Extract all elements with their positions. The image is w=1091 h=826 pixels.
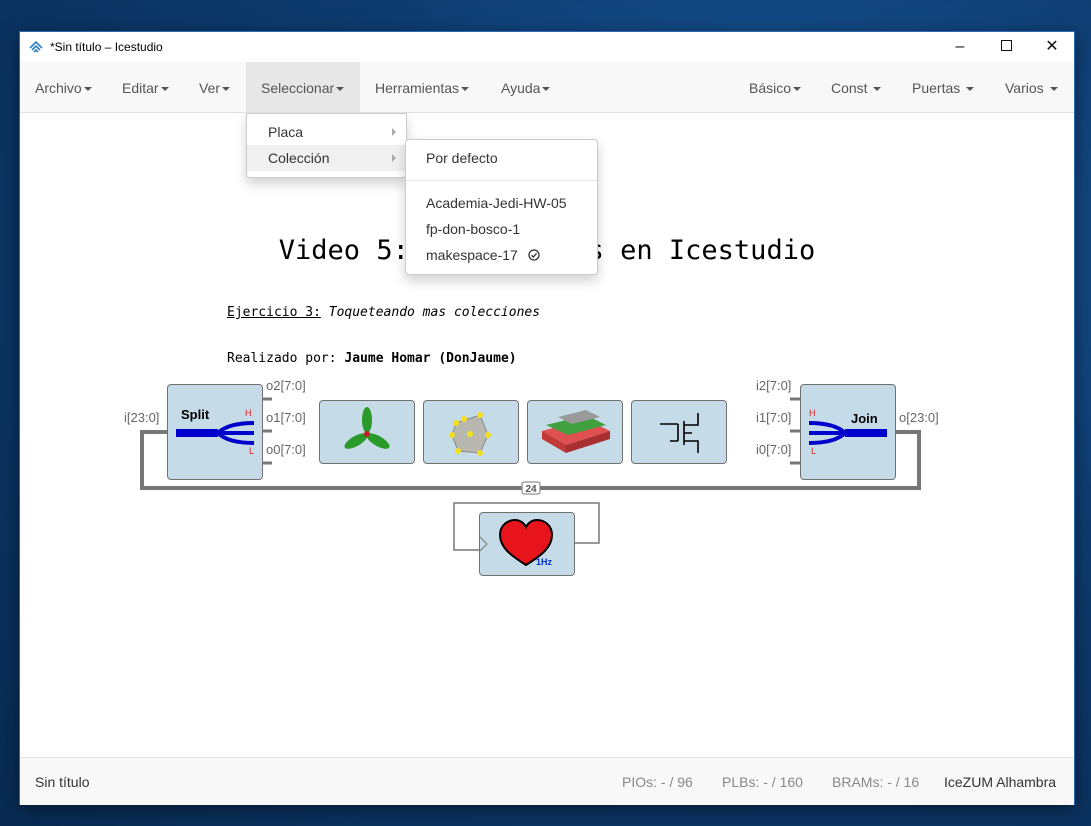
close-button[interactable]: ✕ [1029,32,1075,62]
menu-editar[interactable]: Editar [122,62,169,112]
collection-item[interactable]: fp-don-bosco-1 [406,216,597,242]
status-filename: Sin título [35,774,90,790]
dropdown-item-coleccion[interactable]: Colección [247,145,406,171]
maximize-button[interactable] [983,32,1029,62]
caret-down-icon [873,87,882,92]
join-output-label: o[23:0] [899,410,939,425]
caret-down-icon [1049,87,1058,92]
app-window: *Sin título – Icestudio – ✕ Archivo Edit… [20,32,1074,805]
caret-down-icon [461,87,470,92]
join-input-label: i1[7:0] [756,410,792,425]
menu-herramientas[interactable]: Herramientas [375,62,470,112]
menu-ver-label: Ver [199,80,221,96]
menu-basico-label: Básico [749,80,792,96]
status-pios: PIOs: - / 96 [622,774,693,790]
collection-item-label: makespace-17 [426,247,518,263]
menu-herramientas-label: Herramientas [375,80,460,96]
menu-archivo-label: Archivo [35,80,82,96]
menu-basico[interactable]: Básico [749,62,802,112]
flower-icon [344,407,390,449]
collection-block-mosfet[interactable] [631,400,727,464]
collection-block-flower[interactable] [319,400,415,464]
menu-ayuda-label: Ayuda [501,80,541,96]
dropdown-item-label: Colección [268,150,330,166]
status-bar: Sin título PIOs: - / 96 PLBs: - / 160 BR… [20,757,1074,805]
frequency-label: 1Hz [536,557,553,567]
coleccion-submenu: Por defecto Academia-Jedi-HW-05 fp-don-b… [405,139,598,275]
split-block[interactable]: Split H L [167,384,263,480]
chevron-right-icon [392,154,396,162]
bus-width-text: 24 [525,484,537,495]
title-bar: *Sin título – Icestudio – ✕ [20,32,1074,62]
dropdown-item-placa[interactable]: Placa [247,119,406,145]
design-canvas[interactable]: JEDI Video 5: Colecciones en Icestudio E… [20,113,1074,757]
join-input-label: i0[7:0] [756,442,792,457]
maximize-icon [1000,39,1012,51]
collection-item-selected[interactable]: makespace-17 [406,242,597,268]
menu-puertas-label: Puertas [912,80,961,96]
menu-bar: Archivo Editar Ver Seleccionar Herramien… [20,62,1074,113]
menu-const[interactable]: Const [831,62,882,112]
menu-seleccionar[interactable]: Seleccionar [246,62,360,112]
status-board[interactable]: IceZUM Alhambra [944,774,1056,790]
heartbeat-block[interactable]: 1Hz [479,512,575,576]
menu-ver[interactable]: Ver [199,62,231,112]
menu-varios[interactable]: Varios [1005,62,1058,112]
crystal-lattice-icon [449,412,491,456]
collection-block-crystal[interactable] [423,400,519,464]
collection-item-label: Por defecto [426,150,498,166]
menu-editar-label: Editar [122,80,159,96]
caret-down-icon [160,87,169,92]
mosfet-symbol-icon [660,413,699,453]
submenu-divider [406,180,597,181]
menu-varios-label: Varios [1005,80,1044,96]
heart-icon [479,518,554,567]
caret-down-icon [222,87,231,92]
split-output-label: o2[7:0] [266,378,306,393]
menu-seleccionar-label: Seleccionar [261,80,335,96]
collection-item-label: fp-don-bosco-1 [426,221,521,237]
join-input-label: i2[7:0] [756,378,792,393]
minimize-button[interactable]: – [937,32,983,62]
join-icon [808,421,887,445]
check-circle-icon [528,249,540,261]
collection-block-transistor-3d[interactable] [527,400,623,464]
split-output-label: o1[7:0] [266,410,306,425]
split-output-label: o0[7:0] [266,442,306,457]
split-icon [176,421,255,445]
status-brams: BRAMs: - / 16 [832,774,920,790]
caret-down-icon [793,87,802,92]
caret-down-icon [966,87,975,92]
dropdown-item-label: Placa [268,124,304,140]
menu-const-label: Const [831,80,868,96]
join-block[interactable]: Join H L [800,384,896,480]
menu-archivo[interactable]: Archivo [35,62,92,112]
window-title: *Sin título – Icestudio [50,40,163,54]
collection-item-default[interactable]: Por defecto [406,145,597,171]
split-input-label: i[23:0] [124,410,160,425]
caret-down-icon [542,87,551,92]
collection-item-label: Academia-Jedi-HW-05 [426,195,567,211]
chevron-right-icon [392,128,396,136]
status-plbs: PLBs: - / 160 [722,774,803,790]
menu-puertas[interactable]: Puertas [912,62,975,112]
menu-ayuda[interactable]: Ayuda [501,62,551,112]
seleccionar-dropdown: Placa Colección [246,113,407,178]
transistor-layer-icon [542,410,610,453]
caret-down-icon [336,87,345,92]
icestudio-logo-icon [29,40,43,53]
collection-item[interactable]: Academia-Jedi-HW-05 [406,190,597,216]
caret-down-icon [83,87,92,92]
